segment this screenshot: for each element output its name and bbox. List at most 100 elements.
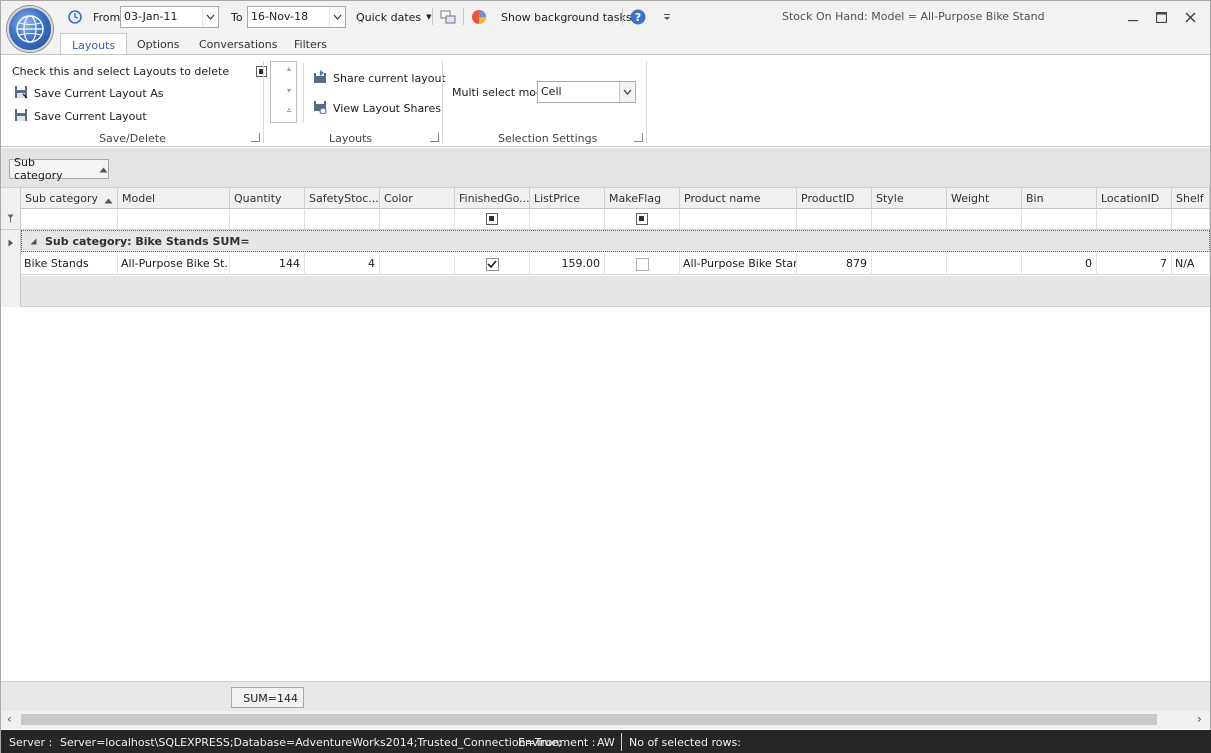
filter-cell-list-price[interactable]: [530, 209, 605, 229]
dialog-launcher-icon[interactable]: [430, 133, 439, 142]
cell-sub-category[interactable]: Bike Stands: [21, 253, 118, 275]
checkbox-finished-goods[interactable]: [485, 257, 499, 271]
column-header-product-id[interactable]: ProductID: [797, 188, 872, 209]
filter-cell-model[interactable]: [118, 209, 230, 229]
from-date-picker[interactable]: 03-Jan-11: [120, 6, 219, 28]
column-header-style[interactable]: Style: [872, 188, 947, 209]
dialog-launcher-icon[interactable]: [634, 133, 643, 142]
dialog-launcher-icon[interactable]: [251, 133, 260, 142]
cell-location-id[interactable]: 7: [1097, 253, 1172, 275]
column-header-bin[interactable]: Bin: [1022, 188, 1097, 209]
save-delete-group-caption: Save/Delete: [99, 132, 166, 145]
column-header-safety-stock[interactable]: SafetyStoc...: [305, 188, 380, 209]
filter-cell-style[interactable]: [872, 209, 947, 229]
minimize-button[interactable]: [1122, 7, 1144, 27]
gallery-up-icon[interactable]: ▴: [284, 64, 294, 73]
filter-cell-bin[interactable]: [1022, 209, 1097, 229]
scroll-right-icon[interactable]: ›: [1197, 712, 1202, 726]
background-tasks-icon[interactable]: [470, 8, 488, 26]
chevron-down-icon[interactable]: [619, 82, 635, 102]
horizontal-scrollbar[interactable]: ‹ ›: [1, 711, 1210, 729]
column-header-product-name[interactable]: Product name: [680, 188, 797, 209]
filter-cell-color[interactable]: [380, 209, 455, 229]
save-layout-button[interactable]: Save Current Layout: [14, 108, 147, 125]
column-header-finished-goods[interactable]: FinishedGo...: [455, 188, 530, 209]
customize-qat-icon[interactable]: [661, 8, 679, 26]
quick-dates-menu[interactable]: Quick dates ▼: [356, 6, 432, 28]
svg-text:?: ?: [635, 11, 641, 24]
save-layout-as-button[interactable]: Save Current Layout As: [14, 85, 163, 102]
cell-quantity[interactable]: 144: [230, 253, 305, 275]
filter-cell-safety-stock[interactable]: [305, 209, 380, 229]
group-by-chip-sub-category[interactable]: Sub category: [9, 156, 109, 182]
layout-grid-icon[interactable]: [439, 8, 457, 26]
view-layout-shares-button[interactable]: View Layout Shares: [313, 100, 441, 117]
tab-layouts[interactable]: Layouts: [60, 33, 128, 55]
cell-product-id[interactable]: 879: [797, 253, 872, 275]
to-label: To: [231, 10, 243, 24]
filter-cell-product-name[interactable]: [680, 209, 797, 229]
save-as-label: Save Current Layout As: [34, 87, 164, 100]
checkbox-make-flag[interactable]: [635, 257, 649, 271]
column-header-location-id[interactable]: LocationID: [1097, 188, 1172, 209]
help-icon[interactable]: ?: [629, 8, 647, 26]
tab-conversations[interactable]: Conversations: [188, 33, 288, 55]
layouts-group-caption: Layouts: [329, 132, 373, 145]
delete-layouts-checkbox[interactable]: [256, 66, 268, 77]
filter-checkbox-finished-goods[interactable]: [486, 213, 498, 225]
to-date-picker[interactable]: 16-Nov-18: [247, 6, 346, 28]
share-layout-button[interactable]: Share current layout: [313, 70, 446, 87]
filter-cell-location-id[interactable]: [1097, 209, 1172, 229]
column-header-color[interactable]: Color: [380, 188, 455, 209]
quantity-sum-summary[interactable]: SUM=144: [231, 687, 304, 708]
column-header-list-price[interactable]: ListPrice: [530, 188, 605, 209]
collapse-group-icon[interactable]: [30, 235, 37, 248]
to-date-value: 16-Nov-18: [251, 10, 309, 23]
column-header-make-flag[interactable]: MakeFlag: [605, 188, 680, 209]
filter-cell-make-flag[interactable]: [605, 209, 680, 229]
filter-cell-shelf[interactable]: [1172, 209, 1210, 229]
close-button[interactable]: [1179, 7, 1201, 27]
multi-select-mode-combo[interactable]: Cell: [537, 81, 636, 103]
show-background-tasks-button[interactable]: Show background tasks: [501, 6, 632, 28]
chevron-down-icon[interactable]: [329, 7, 345, 27]
filter-cell-sub-category[interactable]: [21, 209, 118, 229]
filter-cell-finished-goods[interactable]: [455, 209, 530, 229]
cell-bin[interactable]: 0: [1022, 253, 1097, 275]
filter-checkbox-make-flag[interactable]: [636, 213, 648, 225]
cell-finished-goods[interactable]: [455, 253, 530, 275]
filter-cell-quantity[interactable]: [230, 209, 305, 229]
selection-settings-caption: Selection Settings: [498, 132, 598, 145]
cell-color[interactable]: [380, 253, 455, 275]
column-header-model[interactable]: Model: [118, 188, 230, 209]
cell-product-name[interactable]: All-Purpose Bike Stand: [680, 253, 797, 275]
filter-cell-weight[interactable]: [947, 209, 1022, 229]
column-header-sub-category[interactable]: Sub category: [21, 188, 118, 209]
table-row[interactable]: Bike Stands All-Purpose Bike St... 144 4…: [21, 253, 1210, 275]
scroll-left-icon[interactable]: ‹: [7, 712, 12, 726]
maximize-button[interactable]: [1150, 7, 1172, 27]
cell-weight[interactable]: [947, 253, 1022, 275]
refresh-icon[interactable]: [67, 6, 85, 28]
cell-make-flag[interactable]: [605, 253, 680, 275]
cell-shelf[interactable]: N/A: [1172, 253, 1210, 275]
tab-options[interactable]: Options: [126, 33, 190, 55]
tab-filters[interactable]: Filters: [283, 33, 338, 55]
cell-model[interactable]: All-Purpose Bike St...: [118, 253, 230, 275]
delete-layouts-checkbox-row[interactable]: Check this and select Layouts to delete: [12, 62, 284, 80]
separator: [432, 8, 433, 25]
scrollbar-thumb[interactable]: [21, 714, 1157, 725]
application-menu-button[interactable]: [7, 6, 53, 52]
group-row-bike-stands[interactable]: Sub category: Bike Stands SUM=: [21, 230, 1210, 252]
cell-style[interactable]: [872, 253, 947, 275]
layouts-gallery[interactable]: ▴ ▾ ⩡: [270, 61, 297, 123]
cell-safety-stock[interactable]: 4: [305, 253, 380, 275]
chevron-down-icon[interactable]: [202, 7, 218, 27]
column-header-shelf[interactable]: Shelf: [1172, 188, 1210, 209]
cell-list-price[interactable]: 159.00: [530, 253, 605, 275]
gallery-down-icon[interactable]: ▾: [284, 86, 294, 95]
filter-cell-product-id[interactable]: [797, 209, 872, 229]
column-header-weight[interactable]: Weight: [947, 188, 1022, 209]
column-header-quantity[interactable]: Quantity: [230, 188, 305, 209]
gallery-more-icon[interactable]: ⩡: [284, 106, 294, 116]
